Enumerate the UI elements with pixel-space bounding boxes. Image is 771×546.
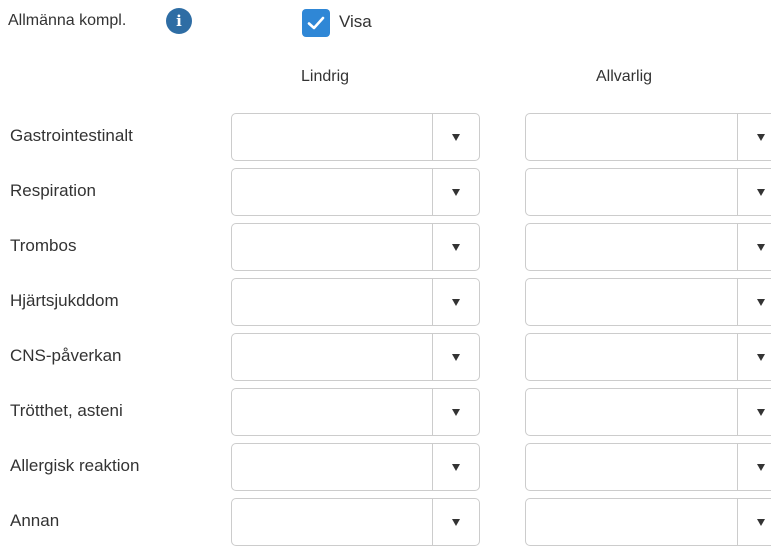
mild-select[interactable] bbox=[231, 333, 480, 381]
mild-select[interactable] bbox=[231, 223, 480, 271]
dropdown-button[interactable] bbox=[737, 224, 771, 270]
caret-down-icon bbox=[757, 354, 765, 361]
severe-select[interactable] bbox=[525, 333, 771, 381]
dropdown-button[interactable] bbox=[737, 334, 771, 380]
caret-down-icon bbox=[452, 189, 460, 196]
severe-select[interactable] bbox=[525, 278, 771, 326]
dropdown-button[interactable] bbox=[432, 279, 479, 325]
dropdown-button[interactable] bbox=[432, 499, 479, 545]
dropdown-button[interactable] bbox=[737, 499, 771, 545]
caret-down-icon bbox=[452, 409, 460, 416]
caret-down-icon bbox=[757, 299, 765, 306]
caret-down-icon bbox=[757, 189, 765, 196]
severe-select[interactable] bbox=[525, 443, 771, 491]
caret-down-icon bbox=[452, 244, 460, 251]
dropdown-button[interactable] bbox=[737, 114, 771, 160]
section-label: Allmänna kompl. bbox=[8, 12, 127, 29]
row-label: Respiration bbox=[10, 181, 96, 200]
caret-down-icon bbox=[757, 134, 765, 141]
dropdown-button[interactable] bbox=[432, 444, 479, 490]
column-header-mild: Lindrig bbox=[301, 68, 350, 85]
dropdown-button[interactable] bbox=[737, 444, 771, 490]
row-label: Trötthet, asteni bbox=[10, 401, 123, 420]
caret-down-icon bbox=[452, 354, 460, 361]
caret-down-icon bbox=[757, 244, 765, 251]
mild-select[interactable] bbox=[231, 278, 480, 326]
row-label: Trombos bbox=[10, 236, 77, 255]
dropdown-button[interactable] bbox=[737, 169, 771, 215]
mild-select[interactable] bbox=[231, 113, 480, 161]
dropdown-button[interactable] bbox=[432, 389, 479, 435]
row-label: Annan bbox=[10, 511, 60, 530]
info-icon[interactable]: i bbox=[166, 8, 192, 34]
dropdown-button[interactable] bbox=[432, 224, 479, 270]
dropdown-button[interactable] bbox=[737, 279, 771, 325]
severe-select[interactable] bbox=[525, 498, 771, 546]
dropdown-button[interactable] bbox=[432, 169, 479, 215]
row-label: Allergisk reaktion bbox=[10, 456, 140, 475]
mild-select[interactable] bbox=[231, 443, 480, 491]
mild-select[interactable] bbox=[231, 168, 480, 216]
caret-down-icon bbox=[452, 519, 460, 526]
caret-down-icon bbox=[757, 464, 765, 471]
row-label: Hjärtsjukddom bbox=[10, 291, 119, 310]
caret-down-icon bbox=[757, 519, 765, 526]
severe-select[interactable] bbox=[525, 388, 771, 436]
dropdown-button[interactable] bbox=[432, 334, 479, 380]
caret-down-icon bbox=[452, 134, 460, 141]
show-checkbox[interactable] bbox=[302, 9, 330, 37]
dropdown-button[interactable] bbox=[432, 114, 479, 160]
severe-select[interactable] bbox=[525, 223, 771, 271]
row-label: Gastrointestinalt bbox=[10, 126, 133, 145]
dropdown-button[interactable] bbox=[737, 389, 771, 435]
mild-select[interactable] bbox=[231, 498, 480, 546]
caret-down-icon bbox=[452, 299, 460, 306]
row-label: CNS-påverkan bbox=[10, 346, 122, 365]
caret-down-icon bbox=[757, 409, 765, 416]
show-checkbox-label[interactable]: Visa bbox=[339, 12, 372, 32]
severe-select[interactable] bbox=[525, 113, 771, 161]
checkmark-icon bbox=[307, 16, 325, 30]
mild-select[interactable] bbox=[231, 388, 480, 436]
severe-select[interactable] bbox=[525, 168, 771, 216]
column-header-severe: Allvarlig bbox=[596, 68, 653, 85]
caret-down-icon bbox=[452, 464, 460, 471]
